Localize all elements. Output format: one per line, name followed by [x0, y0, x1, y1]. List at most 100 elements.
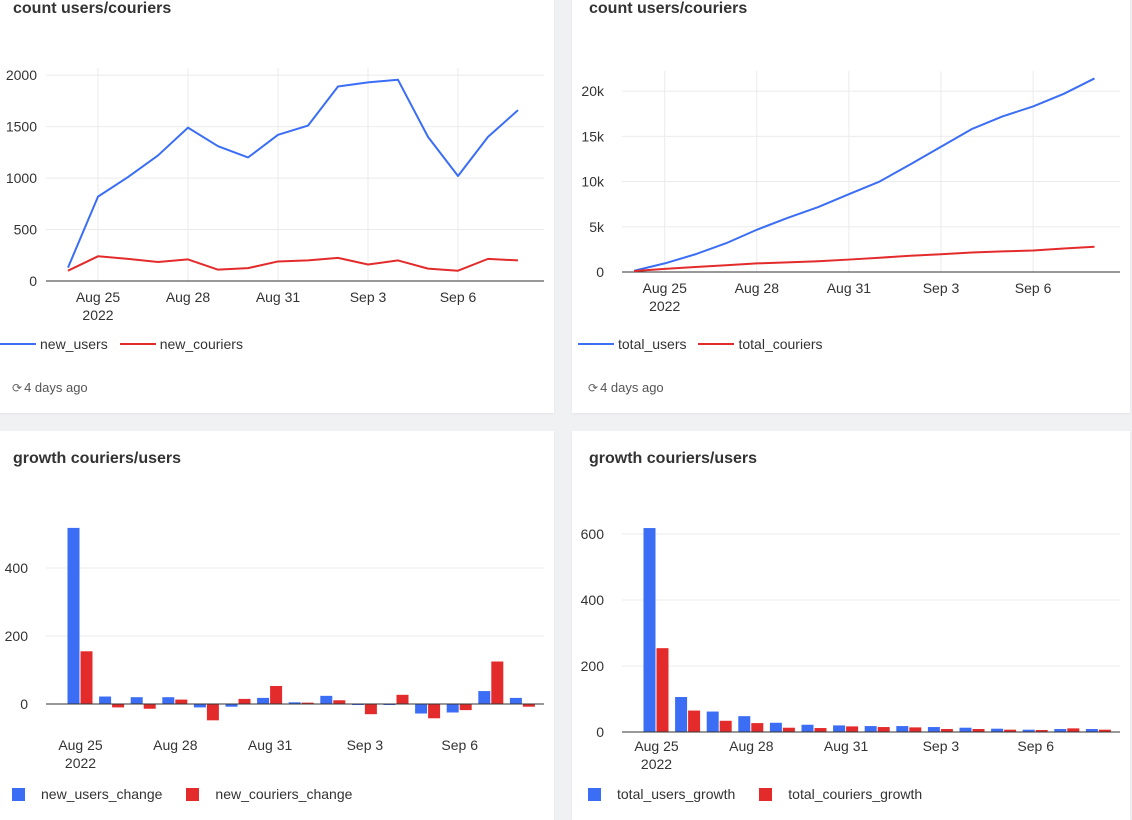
series-line-total_users[interactable]	[633, 77, 1095, 272]
y-tick-label: 400	[5, 560, 29, 576]
legend-swatch	[119, 343, 156, 345]
bar-total_users_growth[interactable]	[959, 727, 972, 732]
refresh-status[interactable]: ⟳ 4 days ago	[12, 380, 88, 395]
bar-total_users_growth[interactable]	[801, 724, 814, 732]
bar-new_users_change[interactable]	[446, 704, 459, 713]
bar-new_couriers_change[interactable]	[364, 704, 377, 715]
bar-total_couriers_growth[interactable]	[877, 727, 890, 732]
chart-card-total-growth: growth couriers/users 0 200 400 600 Aug 25 20…	[572, 431, 1130, 820]
bar-total_couriers_growth[interactable]	[909, 727, 922, 732]
bar-total_couriers_growth[interactable]	[719, 720, 732, 732]
bar-new_users_change[interactable]	[162, 697, 175, 704]
bar-new_users_change[interactable]	[130, 697, 143, 704]
bar-total_users_growth[interactable]	[927, 727, 940, 732]
legend-item-total_couriers_growth[interactable]: total_couriers_growth	[747, 786, 922, 802]
legend-item-total_users[interactable]: total_users	[578, 336, 686, 352]
bar-total_users_growth[interactable]	[738, 716, 751, 732]
x-tick-label: Aug 25	[634, 738, 679, 754]
legend-item-total_users_growth[interactable]: total_users_growth	[576, 786, 735, 802]
bar-new_couriers_change[interactable]	[112, 704, 125, 708]
bar-new_couriers_change[interactable]	[206, 704, 219, 721]
y-tick-label: 1500	[6, 119, 37, 135]
bar-new_couriers_change[interactable]	[80, 651, 93, 704]
bar-new_couriers_change[interactable]	[333, 700, 346, 704]
bar-new_users_change[interactable]	[193, 704, 206, 708]
x-tick-sublabel: 2022	[649, 298, 680, 314]
legend-item-new_couriers[interactable]: new_couriers	[119, 336, 243, 352]
x-tick-label: Aug 28	[166, 289, 211, 305]
legend-item-total_couriers[interactable]: total_couriers	[698, 336, 823, 352]
legend-label: new_users_change	[41, 786, 163, 802]
bar-total_couriers_growth[interactable]	[688, 710, 701, 732]
refresh-icon[interactable]: ⟳	[588, 381, 598, 395]
bar-total_couriers_growth[interactable]	[782, 727, 795, 732]
y-tick-label: 200	[5, 628, 29, 644]
bar-total_couriers_growth[interactable]	[814, 728, 827, 732]
x-tick-label: Aug 31	[248, 737, 293, 753]
x-tick-label: Aug 28	[729, 738, 774, 754]
bar-new_users_change[interactable]	[99, 696, 112, 704]
y-tick-label: 0	[596, 264, 604, 280]
chart-legend: total_users total_couriers	[578, 336, 835, 352]
x-tick-label: Aug 31	[827, 280, 872, 296]
y-tick-label: 400	[581, 592, 605, 608]
x-tick-label: Aug 25	[643, 280, 688, 296]
bar-total_couriers_growth[interactable]	[656, 648, 669, 732]
legend-swatch	[588, 787, 601, 801]
chart-legend: new_users new_couriers	[0, 336, 255, 352]
x-tick-label: Sep 6	[1015, 280, 1052, 296]
bar-new_users_change[interactable]	[320, 695, 333, 704]
refresh-status[interactable]: ⟳ 4 days ago	[588, 380, 664, 395]
bar-new_users_change[interactable]	[509, 697, 522, 704]
x-tick-label: Sep 6	[1017, 738, 1054, 754]
bar-new_couriers_change[interactable]	[238, 698, 251, 704]
y-tick-label: 0	[20, 696, 28, 712]
legend-swatch	[698, 343, 735, 345]
x-tick-sublabel: 2022	[82, 307, 113, 323]
bar-total_couriers_growth[interactable]	[1067, 728, 1080, 732]
bar-total_users_growth[interactable]	[833, 725, 846, 732]
bar-new_couriers_change[interactable]	[175, 699, 188, 704]
bar-total_users_growth[interactable]	[769, 722, 782, 732]
chart-card-new-counts: count users/couriers 0 500 1000 1500 2000 Aug…	[0, 0, 554, 413]
bar-new_couriers_change[interactable]	[428, 704, 441, 719]
chart-card-growth-change: growth couriers/users 0 200 400 Aug 25 2022 A…	[0, 431, 554, 820]
bar-new_users_change[interactable]	[478, 691, 491, 704]
x-tick-sublabel: 2022	[641, 756, 672, 772]
refresh-icon[interactable]: ⟳	[12, 381, 22, 395]
legend-item-new_users[interactable]: new_users	[0, 336, 108, 352]
bar-total_users_growth[interactable]	[896, 726, 909, 732]
bar-new_users_change[interactable]	[67, 527, 80, 704]
bar-total_users_growth[interactable]	[706, 711, 719, 732]
legend-label: new_couriers_change	[215, 786, 353, 802]
y-tick-label: 500	[14, 222, 38, 238]
x-tick-label: Sep 6	[440, 289, 477, 305]
refresh-text: 4 days ago	[24, 380, 88, 395]
bar-new_couriers_change[interactable]	[396, 694, 409, 704]
x-tick-sublabel: 2022	[65, 755, 96, 771]
bar-new_users_change[interactable]	[257, 697, 270, 704]
legend-item-new_users_change[interactable]: new_users_change	[0, 786, 162, 802]
y-tick-label: 15k	[581, 128, 605, 144]
bar-total_couriers_growth[interactable]	[751, 723, 764, 732]
y-tick-label: 0	[596, 724, 604, 740]
bar-new_couriers_change[interactable]	[459, 704, 472, 711]
y-tick-label: 200	[581, 658, 605, 674]
legend-swatch	[186, 787, 200, 801]
y-tick-label: 2000	[6, 67, 37, 83]
series-line-new_users[interactable]	[67, 78, 519, 269]
series-line-total_couriers[interactable]	[633, 245, 1095, 273]
bar-total_users_growth[interactable]	[643, 528, 656, 732]
bar-total_users_growth[interactable]	[675, 697, 688, 732]
bar-new_couriers_change[interactable]	[491, 661, 504, 705]
bar-new_couriers_change[interactable]	[143, 704, 156, 709]
bar-total_users_growth[interactable]	[864, 726, 877, 732]
bar-new_users_change[interactable]	[415, 704, 428, 714]
bar-new_couriers_change[interactable]	[270, 685, 283, 704]
x-tick-label: Aug 28	[153, 737, 198, 753]
legend-label: total_users	[618, 336, 687, 352]
bar-total_couriers_growth[interactable]	[846, 726, 859, 732]
legend-item-new_couriers_change[interactable]: new_couriers_change	[174, 786, 352, 802]
bar-chart: 0 200 400 Aug 25 2022 Aug 28 Aug 31 Sep 3 Sep 6	[5, 527, 544, 771]
series-line-new_couriers[interactable]	[67, 255, 519, 272]
